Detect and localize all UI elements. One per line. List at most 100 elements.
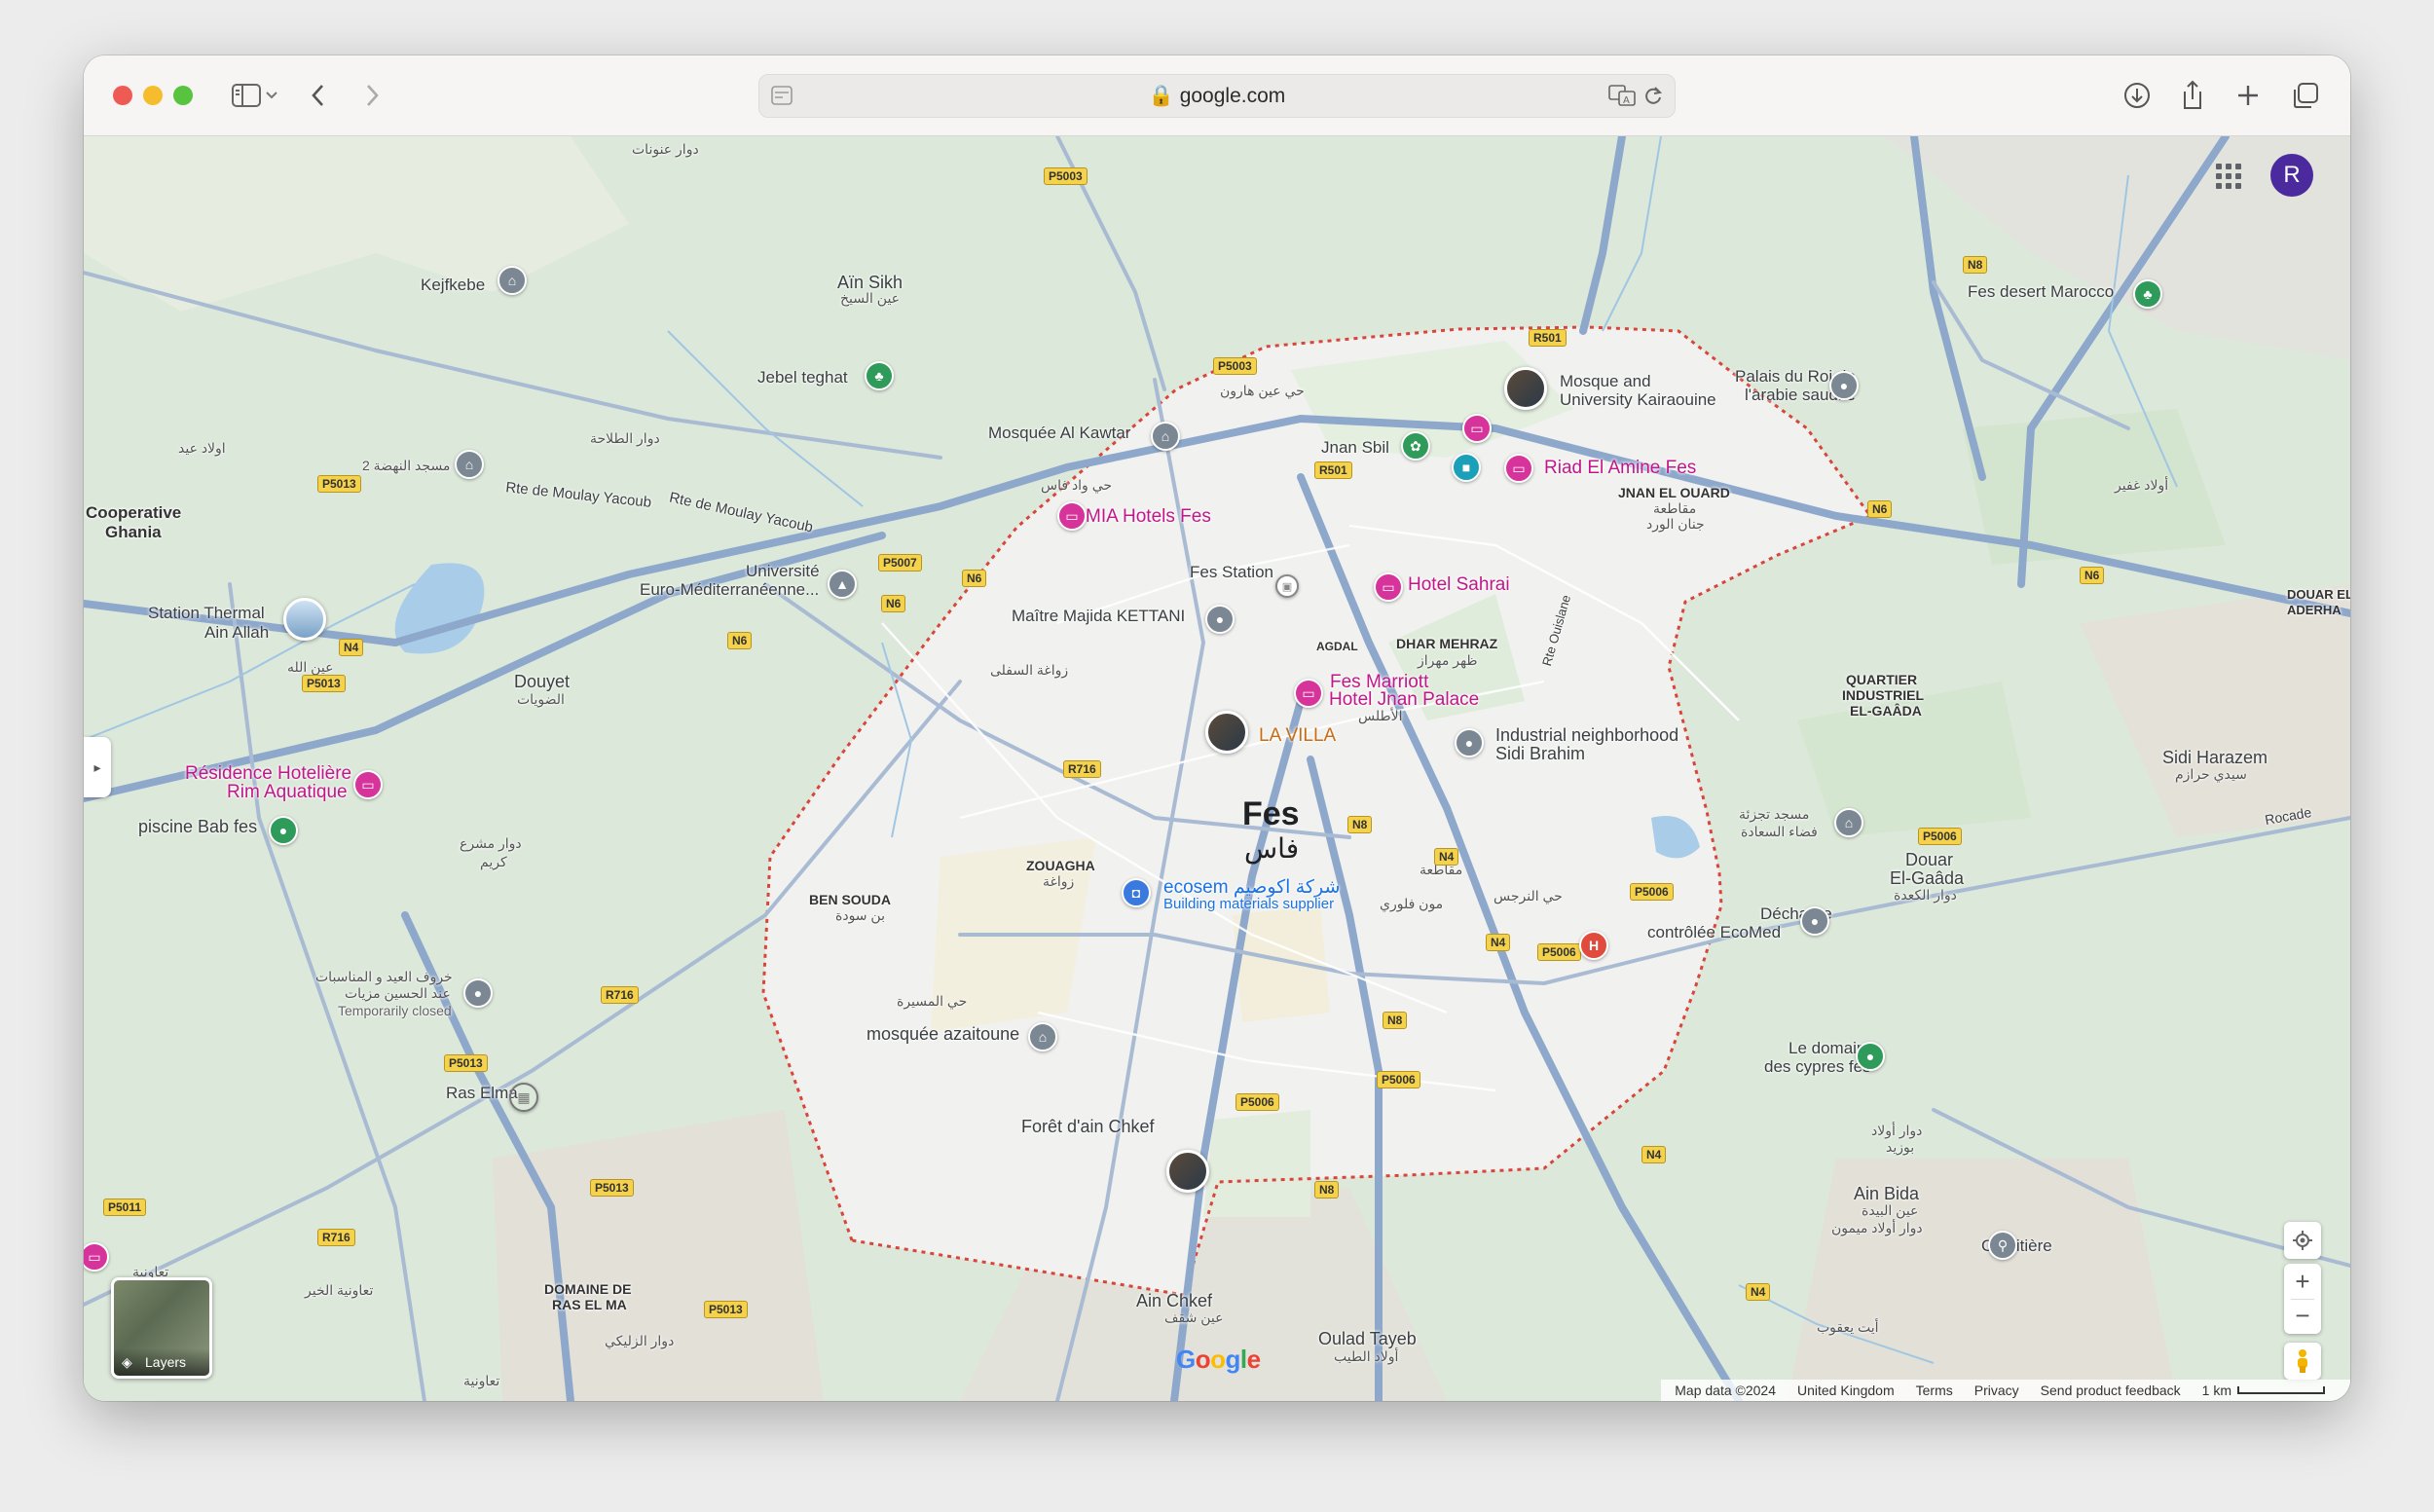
office-pin-icon[interactable]: ● (1205, 605, 1235, 634)
road-shield: N8 (1314, 1181, 1340, 1199)
zoom-window-button[interactable] (173, 86, 193, 105)
landmark-pin-icon[interactable]: ● (1829, 371, 1859, 400)
hotel-pin-icon[interactable]: ▭ (353, 770, 383, 799)
city-name-arabic: فاس (1244, 833, 1300, 864)
share-icon[interactable] (2174, 77, 2211, 114)
map-label: Douyet (514, 672, 571, 691)
scale-label: 1 km (2201, 1383, 2231, 1398)
map-label: أولاد الطيب (1334, 1348, 1399, 1364)
map-label: MIA Hotels Fes (1086, 506, 1211, 527)
map-label: بن سودة (835, 907, 885, 923)
map-label: Riad El Amine Fes (1544, 458, 1697, 478)
tab-overview-icon[interactable] (2287, 77, 2324, 114)
school-pin-icon[interactable]: ▲ (828, 570, 857, 599)
map-label: مسجد النهضة 2 (362, 458, 451, 473)
garden-pin-icon[interactable]: ✿ (1401, 431, 1430, 461)
privacy-link[interactable]: Privacy (1974, 1383, 2019, 1398)
mosque-photo-pin[interactable] (1504, 367, 1547, 410)
map-label: Building materials supplier (1163, 896, 1335, 912)
sidebar-toggle-icon[interactable] (228, 77, 265, 114)
layers-label: Layers (145, 1354, 187, 1370)
road-shield: N6 (962, 570, 987, 587)
map-label: عين السيخ (840, 290, 901, 306)
pegman-icon[interactable] (2284, 1343, 2321, 1380)
zoom-out-button[interactable]: − (2295, 1300, 2309, 1334)
road-shield: P5007 (878, 554, 922, 572)
address-bar[interactable]: 🔒 google.com A (758, 74, 1676, 118)
hotel-pin-icon[interactable]: ▭ (1374, 572, 1403, 602)
landfill-pin-icon[interactable]: ● (1800, 906, 1829, 936)
reload-icon[interactable] (1643, 85, 1663, 111)
map-label: Maître Majida KETTANI (1012, 607, 1186, 625)
hospital-pin-icon[interactable]: H (1579, 931, 1608, 960)
map-label: تعاونية (463, 1373, 500, 1388)
feedback-link[interactable]: Send product feedback (2041, 1383, 2181, 1398)
map-label: أيت يعقوب (1817, 1319, 1879, 1335)
shopping-pin-icon[interactable]: ◘ (1122, 878, 1151, 907)
zoom-in-button[interactable]: + (2295, 1264, 2309, 1299)
back-button[interactable] (300, 77, 337, 114)
collapse-side-panel-button[interactable]: ▸ (84, 737, 111, 797)
map-label: دوار الزليكي (605, 1333, 675, 1348)
mosque-pin-icon[interactable]: ⌂ (1028, 1022, 1057, 1051)
translate-icon[interactable]: A (1608, 84, 1636, 112)
road-shield: P5006 (1918, 828, 1962, 845)
road-shield: R716 (1063, 760, 1101, 778)
town-hall-pin-icon[interactable]: ▦ (509, 1083, 538, 1112)
map-label: دوار الطلاحة (590, 430, 660, 446)
scale-bar[interactable]: 1 km (2202, 1383, 2325, 1398)
forest-photo-pin[interactable] (1166, 1150, 1209, 1193)
hotel-pin-icon[interactable]: ▭ (1462, 414, 1492, 443)
google-map[interactable]: دوار عنونات Aïn Sikh عين السيخ Kejfkebe … (84, 136, 2350, 1401)
hotel-pin-icon[interactable]: ▭ (1057, 501, 1087, 531)
forward-button[interactable] (353, 77, 390, 114)
road-shield: P5006 (1537, 943, 1581, 961)
park-pin-icon[interactable]: ♣ (865, 361, 894, 390)
new-tab-icon[interactable] (2230, 77, 2267, 114)
map-label: AGDAL (1316, 640, 1358, 653)
map-label: INDUSTRIEL (1842, 687, 1924, 703)
minimize-window-button[interactable] (143, 86, 163, 105)
road-shield: P5013 (704, 1301, 748, 1318)
region-link[interactable]: United Kingdom (1797, 1383, 1895, 1398)
download-icon[interactable] (2119, 77, 2156, 114)
mosque-pin-icon[interactable]: ⌂ (1834, 808, 1863, 837)
road-shield: R501 (1314, 461, 1352, 479)
apps-grid-icon[interactable] (2214, 162, 2243, 191)
map-label: Cooperative (86, 503, 182, 522)
map-label: DOUAR EL (2287, 587, 2350, 602)
close-window-button[interactable] (113, 86, 132, 105)
terms-link[interactable]: Terms (1916, 1383, 1953, 1398)
map-label: Fes Station (1190, 563, 1273, 581)
mosque-pin-icon[interactable]: ⌂ (498, 266, 527, 295)
chevron-down-icon[interactable] (262, 77, 281, 114)
shop-pin-icon[interactable]: ■ (1452, 453, 1481, 482)
layers-button[interactable]: ◈ Layers (111, 1277, 212, 1379)
map-label: El-Gaâda (1890, 868, 1965, 888)
cemetery-pin-icon[interactable]: ⚲ (1988, 1231, 2017, 1260)
road-shield: N4 (1486, 934, 1511, 951)
park-pin-icon[interactable]: ♣ (2133, 279, 2162, 309)
thermal-photo-pin[interactable] (283, 598, 326, 641)
map-label: حي عين هارون (1220, 383, 1305, 398)
hotel-pin-icon[interactable]: ▭ (1294, 679, 1323, 708)
la-villa-photo-pin[interactable] (1205, 711, 1248, 754)
avatar[interactable]: R (2270, 154, 2313, 197)
map-label: JNAN EL OUARD (1618, 485, 1730, 500)
city-name: Fes (1242, 795, 1300, 832)
my-location-button[interactable] (2284, 1222, 2321, 1259)
industrial-pin-icon[interactable]: ● (1455, 728, 1484, 757)
road-shield: P5003 (1044, 167, 1088, 185)
park-pin-icon[interactable]: ● (1856, 1042, 1885, 1071)
mosque-pin-icon[interactable]: ⌂ (455, 450, 484, 479)
train-station-icon[interactable]: ▣ (1275, 574, 1299, 598)
pool-pin-icon[interactable]: ● (269, 816, 298, 845)
hotel-pin-icon[interactable]: ▭ (1504, 454, 1533, 483)
road-shield: N6 (881, 595, 906, 612)
map-label: بوزيد (1886, 1139, 1915, 1155)
map-label: des cypres fes (1764, 1057, 1871, 1076)
store-pin-icon[interactable]: ● (463, 978, 493, 1008)
map-label: Station Thermal (148, 604, 265, 622)
mosque-pin-icon[interactable]: ⌂ (1151, 422, 1180, 451)
map-label: piscine Bab fes (138, 817, 258, 836)
